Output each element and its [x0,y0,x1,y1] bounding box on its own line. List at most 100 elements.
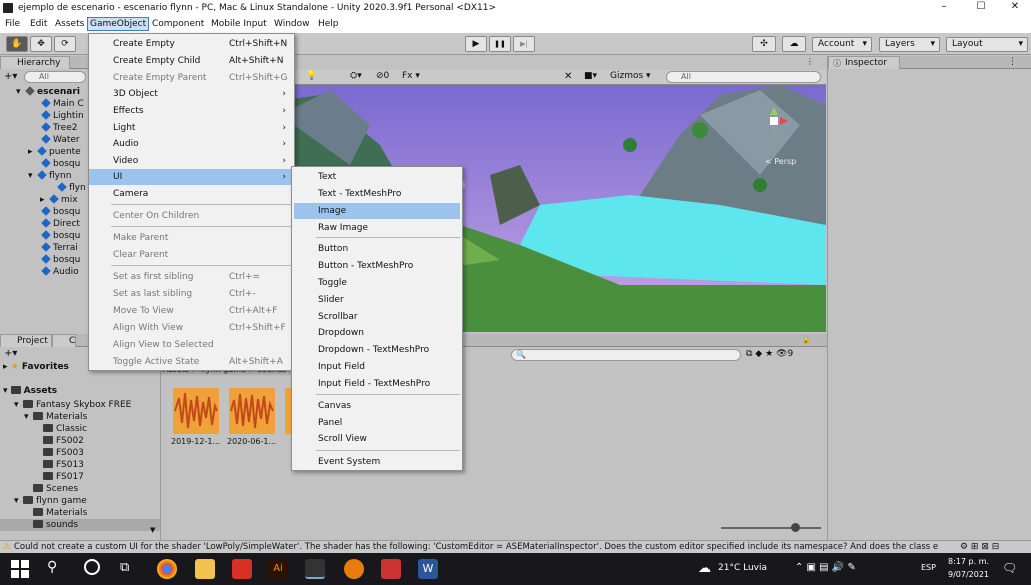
menu-item-clear-parent[interactable]: Clear Parent [89,247,294,263]
notifications-icon[interactable]: 🗨 [1002,561,1017,575]
menu-edit[interactable]: Edit [30,18,47,32]
chrome-icon[interactable] [157,559,177,579]
menu-item-effects[interactable]: Effects › [89,103,294,119]
ui-item-slider[interactable]: Slider [292,292,462,308]
ui-item-dropdown-textmeshpro[interactable]: Dropdown - TextMeshPro [292,342,462,358]
menu-item-toggle-active-state[interactable]: Toggle Active State Alt+Shift+A [89,354,294,370]
hierarchy-item[interactable]: ▾ escenari [0,86,88,98]
hierarchy-item[interactable]: Lightin [0,110,88,122]
hierarchy-item[interactable]: Direct [0,218,88,230]
hierarchy-search-input[interactable]: All [24,71,86,83]
panel-menu-icon[interactable]: ⋮ [1008,57,1017,67]
cloud-icon[interactable]: ☁ [782,36,806,52]
hierarchy-item[interactable]: bosqu [0,158,88,170]
project-search-input[interactable]: 🔍 [511,349,741,361]
step-button[interactable]: ▶| [513,36,535,52]
gizmos-dropdown[interactable]: Gizmos ▾ [610,71,651,81]
expand-arrow-icon[interactable]: ▾ [24,411,33,423]
expand-arrow-icon[interactable]: ▾ [14,495,23,507]
hidden-objects-icon[interactable]: ⊘0 [376,71,389,81]
collab-icon[interactable]: ✣ [752,36,776,52]
hierarchy-item[interactable]: Tree2 [0,122,88,134]
camera-dropdown[interactable]: ■▾ [584,71,597,81]
expand-arrow-icon[interactable]: ▸ [40,194,50,206]
project-folder-item[interactable]: ▾ Fantasy Skybox FREE [0,399,160,411]
hierarchy-item[interactable]: Terrai [0,242,88,254]
hand-tool-icon[interactable]: ✋ [6,36,28,52]
blender-icon[interactable] [344,559,364,579]
ui-item-dropdown[interactable]: Dropdown [292,325,462,341]
ui-item-input-field[interactable]: Input Field [292,359,462,375]
project-add-button[interactable]: +▾ [4,348,17,359]
hierarchy-item[interactable]: ▸ mix [0,194,88,206]
close-button[interactable]: ✕ [1000,1,1030,15]
pause-button[interactable]: ❚❚ [489,36,511,52]
audio-file-icon[interactable] [173,388,219,434]
tools-icon[interactable]: ✕ [564,71,572,82]
hierarchy-item[interactable]: bosqu [0,230,88,242]
language-indicator[interactable]: ESP [921,563,936,572]
zoom-slider[interactable] [721,527,821,529]
ui-item-text-textmeshpro[interactable]: Text - TextMeshPro [292,186,462,202]
menu-item-video[interactable]: Video › [89,153,294,169]
favorites-item[interactable]: ▸ ★ Favorites [3,362,69,372]
app-icon[interactable] [381,559,401,579]
hierarchy-item[interactable]: bosqu [0,254,88,266]
menu-item-align-view-to-selected[interactable]: Align View to Selected [89,337,294,353]
expand-arrow-icon[interactable]: ▾ [16,86,26,98]
word-icon[interactable]: W [418,559,438,579]
ui-item-event-system[interactable]: Event System [292,454,462,470]
expand-arrow-icon[interactable]: ▸ [28,146,38,158]
layers-dropdown[interactable]: Layers ▾ [879,37,940,52]
menu-item-set-as-last-sibling[interactable]: Set as last sibling Ctrl+- [89,286,294,302]
tray-icons[interactable]: ⌃ ▣ ▤ 🔊 ✎ [795,562,856,573]
ui-item-input-field-textmeshpro[interactable]: Input Field - TextMeshPro [292,376,462,392]
move-tool-icon[interactable]: ✥ [30,36,52,52]
menu-item-move-to-view[interactable]: Move To View Ctrl+Alt+F [89,303,294,319]
illustrator-icon[interactable]: Ai [268,559,288,579]
clock-date[interactable]: 9/07/2021 [948,570,989,579]
menu-help[interactable]: Help [318,18,339,32]
ui-item-text[interactable]: Text [292,169,462,185]
hierarchy-item[interactable]: Water [0,134,88,146]
clock-time[interactable]: 8:17 p. m. [948,557,989,566]
lighting-toggle-icon[interactable]: 💡 [306,71,318,83]
menu-item-align-with-view[interactable]: Align With View Ctrl+Shift+F [89,320,294,336]
hierarchy-item[interactable]: Main C [0,98,88,110]
status-icons[interactable]: ⚙ ⊞ ⊠ ⊟ [960,542,999,552]
menu-item-camera[interactable]: Camera [89,186,294,202]
rotate-tool-icon[interactable]: ⟳ [54,36,76,52]
menu-item-make-parent[interactable]: Make Parent [89,230,294,246]
tab-console[interactable]: C [52,334,76,347]
project-folder-item[interactable]: Scenes [0,483,160,495]
ui-item-scrollbar[interactable]: Scrollbar [292,309,462,325]
project-folder-item[interactable]: FS017 [0,471,160,483]
hierarchy-item[interactable]: flyn [0,182,88,194]
menu-item-ui[interactable]: UI › [89,169,294,185]
cortana-icon[interactable] [84,559,100,575]
menu-component[interactable]: Component [152,18,204,32]
project-folder-item[interactable]: FS003 [0,447,160,459]
project-folder-item[interactable]: FS013 [0,459,160,471]
project-folder-item[interactable]: sounds [0,519,160,531]
menu-window[interactable]: Window [274,18,310,32]
ui-item-toggle[interactable]: Toggle [292,275,462,291]
menu-item-create-empty-parent[interactable]: Create Empty Parent Ctrl+Shift+G [89,70,294,86]
expand-arrow-icon[interactable]: ▾ [28,170,38,182]
hierarchy-item[interactable]: bosqu [0,206,88,218]
menu-assets[interactable]: Assets [55,18,84,32]
layout-dropdown[interactable]: Layout ▾ [946,37,1028,52]
acrobat-icon[interactable] [232,559,252,579]
scene-lock-icon[interactable]: ⋮ [806,57,814,66]
scene-search-input[interactable]: All [666,71,821,83]
orientation-gizmo[interactable] [760,107,788,135]
maximize-button[interactable]: ☐ [966,1,996,15]
ui-item-image[interactable]: Image [294,203,460,219]
hierarchy-item[interactable]: ▾ flynn [0,170,88,182]
ui-item-canvas[interactable]: Canvas [292,398,462,414]
hierarchy-item[interactable]: ▸ puente [0,146,88,158]
weather-text[interactable]: 21°C Luvia [718,563,767,573]
project-filter-icons[interactable]: ⧉ ◆ ★ 👁9 [746,349,793,359]
ui-item-button-textmeshpro[interactable]: Button - TextMeshPro [292,258,462,274]
menu-item-create-empty[interactable]: Create Empty Ctrl+Shift+N [89,36,294,52]
